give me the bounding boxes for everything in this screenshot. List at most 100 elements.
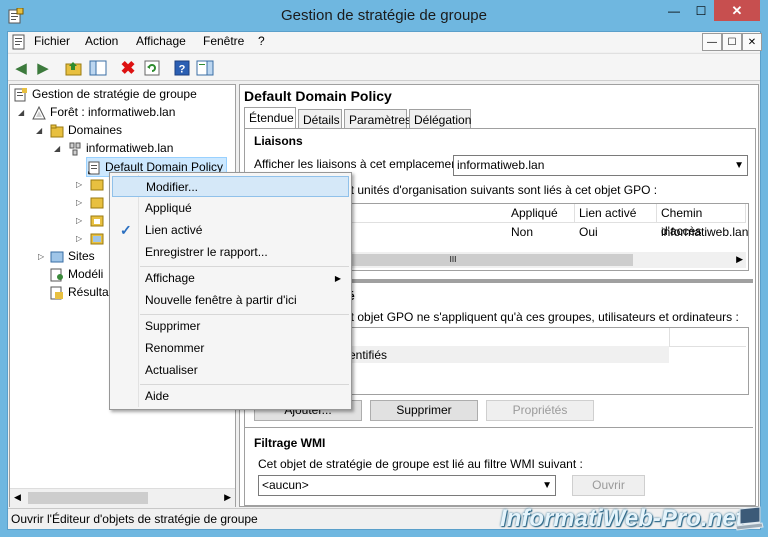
forward-arrow-icon[interactable]: ▶: [33, 58, 53, 78]
menu-separator: [140, 314, 349, 315]
tree-modeling-label: Modéli: [68, 267, 104, 281]
ctx-delete[interactable]: Supprimer: [112, 316, 349, 337]
expand-arrow-icon[interactable]: ▷: [76, 234, 82, 243]
wmi-filter-value: <aucun>: [262, 478, 309, 492]
domain-icon: [69, 142, 81, 156]
child-restore-button[interactable]: ☐: [722, 33, 742, 51]
menu-action[interactable]: Action: [85, 34, 118, 48]
gpo-link-icon: [88, 161, 100, 175]
location-combo[interactable]: informatiweb.lan ▼: [453, 155, 748, 176]
properties-button[interactable]: Propriétés: [486, 400, 594, 421]
toolbar: ◀ ▶ ✖ ?: [8, 53, 760, 81]
ou-folder-icon: [90, 179, 104, 191]
tab-scope[interactable]: Étendue: [244, 107, 296, 129]
up-folder-icon[interactable]: [64, 58, 84, 78]
tab-settings[interactable]: Paramètres: [344, 109, 411, 129]
menu-fichier[interactable]: Fichier: [34, 34, 70, 48]
minimize-button[interactable]: —: [660, 0, 688, 21]
status-text: Ouvrir l'Éditeur d'objets de stratégie d…: [11, 512, 258, 526]
tree-results-label: Résulta: [68, 285, 109, 299]
ctx-rename[interactable]: Renommer: [112, 338, 349, 359]
tree-domains-label: Domaines: [68, 123, 123, 137]
tree-forest-label: Forêt : informatiweb.lan: [50, 105, 176, 119]
tree-domains[interactable]: Domaines: [50, 121, 122, 139]
ctx-help[interactable]: Aide: [112, 386, 349, 407]
child-close-button[interactable]: ✕: [742, 33, 762, 51]
mdi-document-icon[interactable]: [11, 34, 27, 50]
row-enforced: Non: [511, 225, 534, 239]
row-enabled: Oui: [579, 225, 598, 239]
tree-root[interactable]: Gestion de stratégie de groupe: [14, 85, 197, 103]
tree-horizontal-scrollbar[interactable]: ◀ ▶: [10, 488, 235, 507]
watermark-laptop-icon: [735, 506, 764, 531]
wmi-filter-combo[interactable]: <aucun> ▼: [258, 475, 556, 496]
ctx-save-report[interactable]: Enregistrer le rapport...: [112, 242, 349, 263]
expand-arrow-icon[interactable]: ▷: [38, 252, 44, 261]
divider: [245, 427, 753, 428]
collapse-arrow-icon[interactable]: ◢: [36, 126, 42, 135]
tab-details[interactable]: Détails: [298, 109, 342, 129]
child-minimize-button[interactable]: —: [702, 33, 722, 51]
window-title: Gestion de stratégie de groupe: [281, 7, 487, 24]
menu-help[interactable]: ?: [258, 34, 265, 48]
tab-strip: Étendue Détails Paramètres Délégation: [244, 107, 754, 129]
ctx-edit[interactable]: Modifier...: [112, 176, 349, 197]
menu-fenetre[interactable]: Fenêtre: [203, 34, 244, 48]
gpmc-icon: [14, 87, 27, 102]
column-divider: [669, 328, 670, 346]
tree-results[interactable]: Résulta: [50, 283, 109, 301]
tree-forest[interactable]: Forêt : informatiweb.lan: [32, 103, 175, 121]
ctx-new-window[interactable]: Nouvelle fenêtre à partir d'ici: [112, 290, 349, 311]
modeling-icon: [50, 268, 63, 282]
col-enforced[interactable]: Appliqué: [507, 204, 575, 222]
col-path[interactable]: Chemin d'accès: [657, 204, 746, 238]
show-hide-tree-icon[interactable]: [88, 58, 108, 78]
scroll-right-icon[interactable]: ▶: [224, 492, 231, 503]
ctx-link-enabled[interactable]: ✓ Lien activé: [112, 220, 349, 241]
watermark: InformatiWeb-Pro.net: [500, 505, 744, 532]
collapse-arrow-icon[interactable]: ◢: [18, 108, 24, 117]
action-pane-icon[interactable]: [195, 58, 215, 78]
remove-button[interactable]: Supprimer: [370, 400, 478, 421]
tree-domain[interactable]: informatiweb.lan: [68, 139, 173, 157]
menu-separator: [140, 384, 349, 385]
maximize-button[interactable]: ☐: [688, 0, 714, 21]
security-filter-item: entifiés: [349, 348, 388, 362]
gpo-container-icon: [90, 215, 104, 227]
scroll-right-icon[interactable]: ▶: [736, 254, 743, 265]
refresh-icon[interactable]: [142, 58, 162, 78]
scroll-left-icon[interactable]: ◀: [14, 492, 21, 503]
help-icon[interactable]: ?: [172, 58, 192, 78]
ctx-view[interactable]: Affichage ▶: [112, 268, 349, 289]
close-button[interactable]: ✕: [714, 0, 760, 21]
submenu-arrow-icon: ▶: [334, 274, 341, 283]
scroll-thumb[interactable]: [28, 492, 148, 504]
ctx-refresh[interactable]: Actualiser: [112, 360, 349, 381]
col-link-enabled[interactable]: Lien activé: [575, 204, 657, 222]
tab-delegation[interactable]: Délégation: [409, 109, 471, 129]
collapse-arrow-icon[interactable]: ◢: [54, 144, 60, 153]
ctx-link-enabled-label: Lien activé: [145, 223, 203, 237]
chevron-down-icon: ▼: [542, 480, 552, 491]
context-menu: Modifier... Appliqué ✓ Lien activé Enreg…: [109, 172, 352, 410]
expand-arrow-icon[interactable]: ▷: [76, 216, 82, 225]
sites-icon: [50, 251, 64, 263]
wmi-filters-icon: [90, 233, 104, 245]
back-arrow-icon[interactable]: ◀: [11, 58, 31, 78]
open-button[interactable]: Ouvrir: [572, 475, 645, 496]
tree-domain-label: informatiweb.lan: [86, 141, 174, 155]
expand-arrow-icon[interactable]: ▷: [76, 180, 82, 189]
security-filter-description: et objet GPO ne s'appliquent qu'à ces gr…: [344, 310, 739, 324]
links-description: et unités d'organisation suivants sont l…: [344, 183, 658, 197]
menu-affichage[interactable]: Affichage: [136, 34, 186, 48]
tree-root-label: Gestion de stratégie de groupe: [32, 87, 197, 101]
tree-modeling[interactable]: Modéli: [50, 265, 103, 283]
show-links-label: Afficher les liaisons à cet emplacement …: [254, 157, 468, 171]
domains-folder-icon: [50, 124, 64, 138]
gpo-title: Default Domain Policy: [244, 88, 392, 104]
tree-sites[interactable]: Sites: [50, 247, 95, 265]
expand-arrow-icon[interactable]: ▷: [76, 198, 82, 207]
results-icon: [50, 286, 63, 300]
ctx-enforced[interactable]: Appliqué: [112, 198, 349, 219]
delete-icon[interactable]: ✖: [118, 58, 138, 78]
